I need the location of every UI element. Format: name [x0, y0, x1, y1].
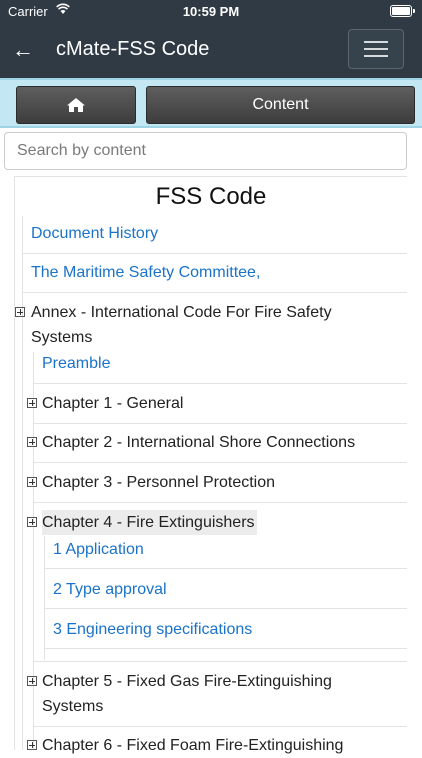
- home-icon: [67, 98, 85, 112]
- tree-guide-line: [33, 352, 34, 750]
- home-button[interactable]: [16, 86, 136, 124]
- document-title: FSS Code: [155, 183, 267, 210]
- chapter-2-node[interactable]: Chapter 2 - International Shore Connecti…: [42, 430, 355, 455]
- divider: [33, 661, 407, 662]
- content-button[interactable]: Content: [146, 86, 415, 124]
- expand-plus-icon[interactable]: [15, 307, 25, 317]
- divider: [22, 292, 407, 293]
- divider: [44, 648, 407, 649]
- expand-plus-icon[interactable]: [27, 437, 37, 447]
- document-history-link[interactable]: Document History: [31, 221, 158, 246]
- status-time: 10:59 PM: [182, 4, 240, 19]
- hamburger-menu-button[interactable]: [348, 29, 404, 69]
- expand-plus-icon[interactable]: [27, 740, 37, 750]
- chapter-6-node[interactable]: Chapter 6 - Fixed Foam Fire-Extinguishin…: [42, 733, 343, 758]
- expand-plus-icon[interactable]: [27, 517, 37, 527]
- battery-icon: [390, 5, 415, 17]
- divider: [33, 462, 407, 463]
- tree-guide-line: [14, 176, 15, 750]
- divider: [44, 608, 407, 609]
- divider: [22, 253, 407, 254]
- nav-bar: ← cMate-FSS Code: [0, 22, 422, 78]
- chapter-3-node[interactable]: Chapter 3 - Personnel Protection: [42, 470, 275, 495]
- search-input[interactable]: [4, 132, 407, 170]
- divider: [14, 176, 407, 177]
- status-bar: Carrier 10:59 PM: [0, 0, 422, 22]
- menu-bar-icon: [364, 48, 388, 50]
- divider: [33, 383, 407, 384]
- chapter-4-engineering-specifications-link[interactable]: 3 Engineering specifications: [53, 617, 252, 642]
- tree-guide-line: [22, 216, 23, 750]
- tree-guide-line: [44, 536, 45, 660]
- divider: [33, 423, 407, 424]
- expand-plus-icon[interactable]: [27, 477, 37, 487]
- back-arrow-icon[interactable]: ←: [12, 38, 34, 62]
- divider: [33, 502, 407, 503]
- maritime-safety-committee-link[interactable]: The Maritime Safety Committee,: [31, 260, 260, 285]
- toolbar: Content: [0, 78, 422, 128]
- preamble-link[interactable]: Preamble: [42, 351, 110, 376]
- chapter-5-node[interactable]: Chapter 5 - Fixed Gas Fire-Extinguishing…: [42, 669, 372, 719]
- chapter-4-application-link[interactable]: 1 Application: [53, 537, 144, 562]
- chapter-4-node[interactable]: Chapter 4 - Fire Extinguishers: [42, 510, 257, 535]
- divider: [44, 568, 407, 569]
- chapter-4-type-approval-link[interactable]: 2 Type approval: [53, 577, 167, 602]
- menu-bar-icon: [364, 55, 388, 57]
- divider: [33, 726, 407, 727]
- menu-bar-icon: [364, 41, 388, 43]
- app-title: cMate-FSS Code: [56, 38, 210, 60]
- expand-plus-icon[interactable]: [27, 676, 37, 686]
- expand-plus-icon[interactable]: [27, 398, 37, 408]
- chapter-1-node[interactable]: Chapter 1 - General: [42, 391, 183, 416]
- annex-node[interactable]: Annex - International Code For Fire Safe…: [31, 300, 381, 350]
